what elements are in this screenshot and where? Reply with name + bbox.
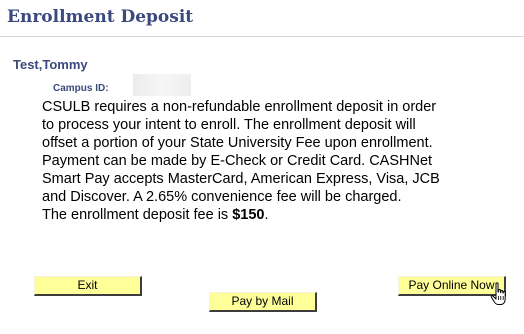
student-name: Test,Tommy <box>13 57 88 72</box>
deposit-fee-prefix: The enrollment deposit fee is <box>42 207 233 223</box>
deposit-fee-line: The enrollment deposit fee is $150. <box>42 206 452 224</box>
deposit-fee-suffix: . <box>264 207 269 223</box>
enrollment-deposit-page: Enrollment Deposit Test,Tommy Campus ID:… <box>0 0 524 334</box>
deposit-description: CSULB requires a non-refundable enrollme… <box>42 98 452 224</box>
campus-id-value <box>133 74 191 96</box>
deposit-fee-amount: $150 <box>232 207 265 223</box>
campus-id-label: Campus ID: <box>53 83 109 94</box>
pay-by-mail-button[interactable]: Pay by Mail <box>209 292 317 312</box>
page-title: Enrollment Deposit <box>7 7 194 27</box>
hand-pointer-icon <box>490 282 506 305</box>
exit-button[interactable]: Exit <box>34 276 142 296</box>
deposit-description-text: CSULB requires a non-refundable enrollme… <box>42 99 440 205</box>
title-divider <box>0 36 524 37</box>
